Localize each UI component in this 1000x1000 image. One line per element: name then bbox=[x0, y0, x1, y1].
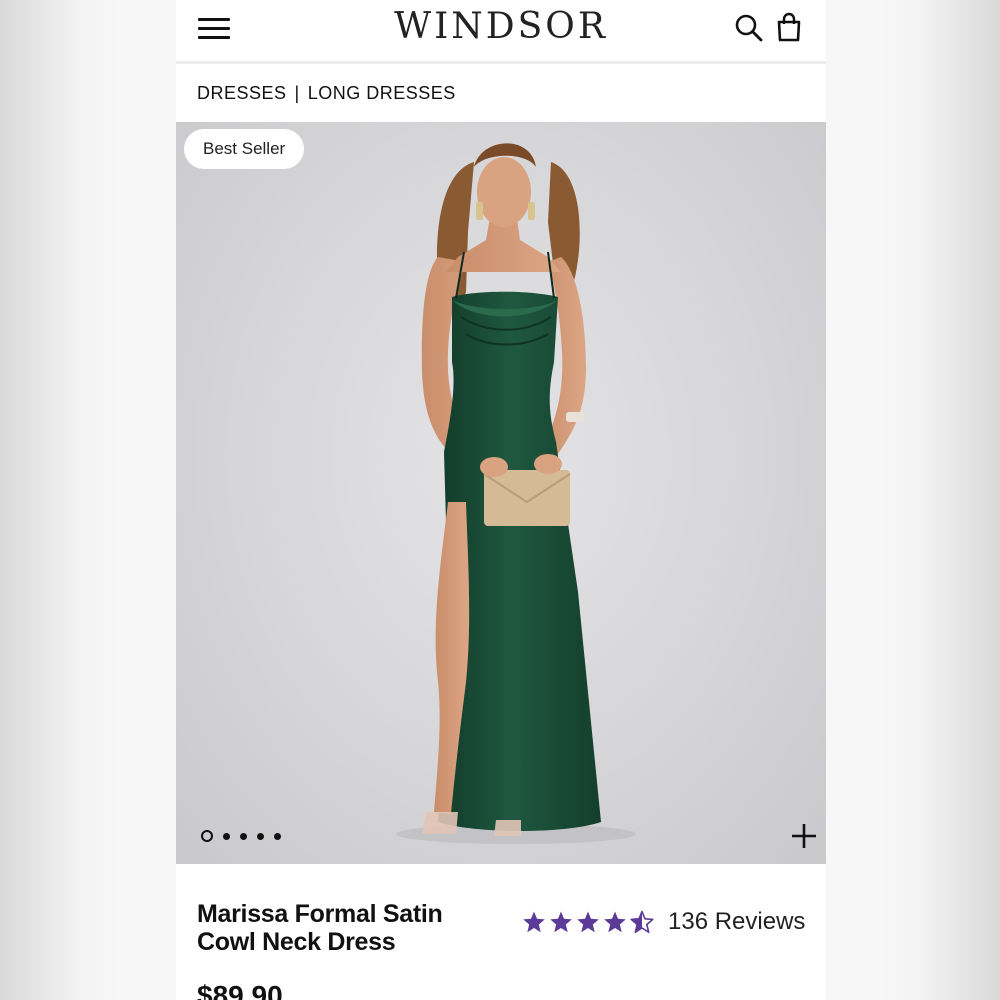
product-rating[interactable]: 136 Reviews bbox=[522, 908, 805, 936]
shopping-bag-icon[interactable] bbox=[774, 12, 804, 44]
rating-stars bbox=[522, 910, 654, 934]
star-full-icon bbox=[523, 911, 545, 933]
plus-icon[interactable] bbox=[790, 822, 818, 850]
best-seller-badge: Best Seller bbox=[184, 129, 305, 169]
product-image-carousel[interactable]: Best Seller bbox=[176, 122, 826, 864]
star-full-icon bbox=[550, 911, 572, 933]
reviews-link[interactable]: 136 Reviews bbox=[668, 908, 805, 936]
carousel-dot-4[interactable] bbox=[257, 832, 264, 840]
product-info: Marissa Formal Satin Cowl Neck Dress 136… bbox=[176, 864, 826, 1000]
star-half-icon bbox=[630, 910, 654, 933]
product-photo bbox=[396, 143, 636, 844]
product-page: WINDSOR DRESSES | LONG DRESSES Best Sell… bbox=[176, 0, 826, 1000]
carousel-dot-1[interactable] bbox=[201, 830, 213, 842]
search-icon[interactable] bbox=[734, 12, 764, 44]
carousel-dot-2[interactable] bbox=[223, 832, 230, 840]
star-full-icon bbox=[577, 911, 599, 933]
carousel-dots bbox=[201, 829, 281, 843]
breadcrumb-separator: | bbox=[294, 83, 300, 103]
product-price: $89.90 bbox=[197, 980, 283, 1000]
breadcrumb-item-long-dresses[interactable]: LONG DRESSES bbox=[308, 83, 456, 103]
carousel-dot-5[interactable] bbox=[274, 832, 281, 840]
breadcrumb: DRESSES | LONG DRESSES bbox=[176, 67, 826, 121]
breadcrumb-item-dresses[interactable]: DRESSES bbox=[197, 83, 287, 103]
carousel-dot-3[interactable] bbox=[240, 832, 247, 840]
product-title: Marissa Formal Satin Cowl Neck Dress bbox=[197, 900, 443, 956]
site-header: WINDSOR bbox=[176, 0, 826, 64]
star-full-icon bbox=[604, 911, 626, 933]
site-logo[interactable]: WINDSOR bbox=[176, 6, 826, 47]
